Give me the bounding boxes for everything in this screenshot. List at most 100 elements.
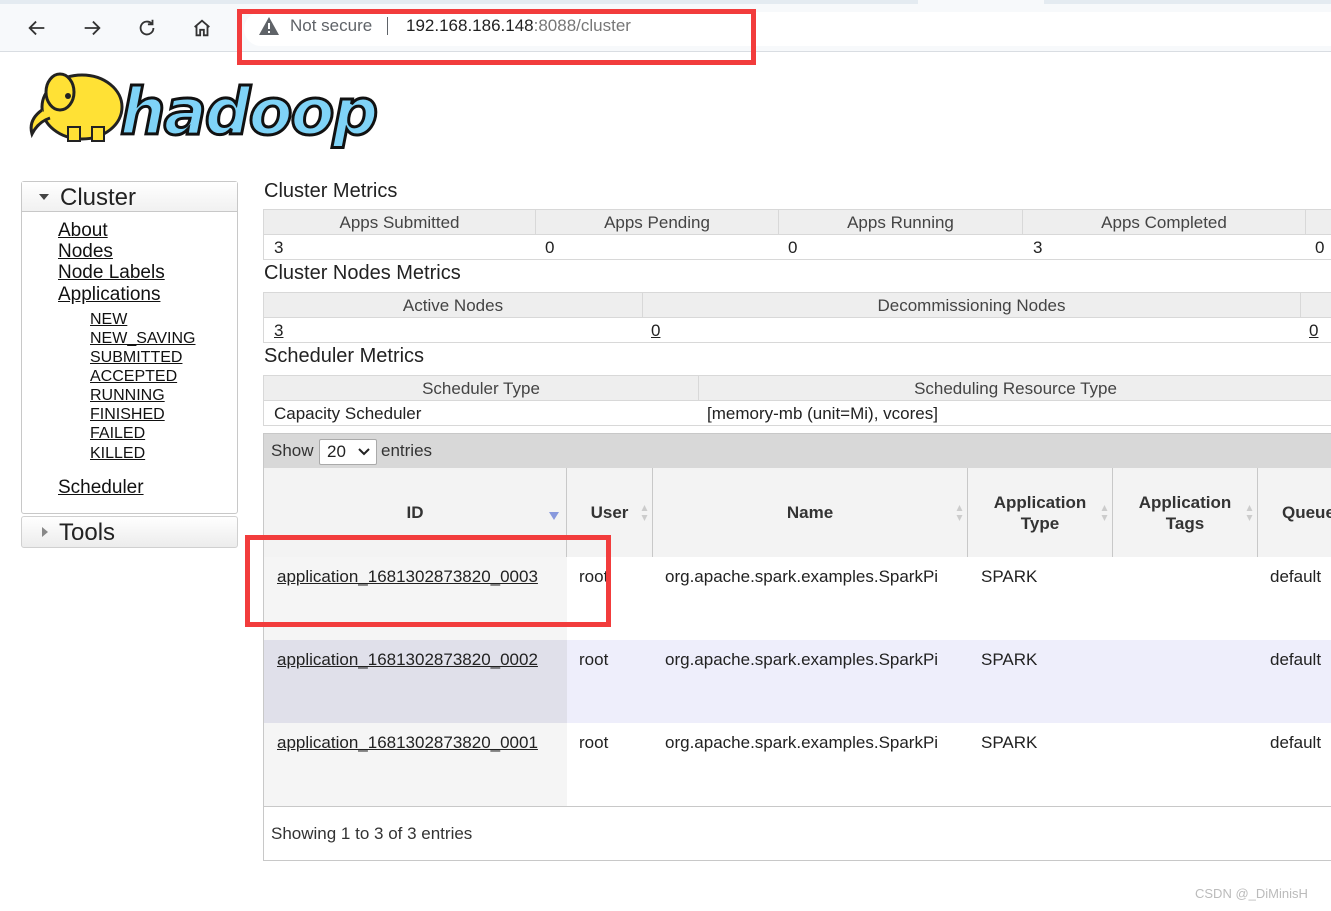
sidebar-state-accepted[interactable]: ACCEPTED (90, 368, 177, 386)
chevron-down-icon (358, 448, 370, 456)
name-cell: org.apache.spark.examples.SparkPi (665, 733, 939, 752)
column-header-queue[interactable]: Queue (1258, 468, 1331, 557)
scheduler-metrics-header-row: Scheduler Type Scheduling Resource Type (263, 375, 1331, 401)
sidebar-state-killed[interactable]: KILLED (90, 445, 145, 463)
metric-header: Apps Completed (1023, 210, 1306, 234)
sidebar-item-nodes[interactable]: Nodes (58, 241, 113, 263)
table-length-bar: Show 20 entries (264, 434, 1331, 468)
sort-both-icon (1101, 505, 1108, 521)
name-cell: org.apache.spark.examples.SparkPi (665, 567, 939, 586)
user-cell: root (579, 733, 609, 752)
metric-header: Active Nodes (264, 293, 643, 317)
table-header-row: ID User Name Application Type Applicatio… (264, 468, 1331, 558)
back-button[interactable] (23, 14, 51, 42)
sidebar-state-finished[interactable]: FINISHED (90, 406, 165, 424)
column-header-name[interactable]: Name (653, 468, 968, 557)
table-row: application_1681302873820_0001 root org.… (264, 723, 1331, 807)
sort-both-icon (956, 505, 963, 521)
sidebar-cluster-header[interactable]: Cluster (22, 182, 237, 212)
show-label: Show (271, 441, 314, 460)
type-cell: SPARK (981, 733, 1038, 752)
warning-icon (259, 17, 279, 35)
column-header-id[interactable]: ID (264, 468, 567, 557)
sidebar-state-submitted[interactable]: SUBMITTED (90, 349, 182, 367)
column-header-label: Application Type (993, 492, 1087, 533)
queue-cell: default (1270, 733, 1322, 752)
cluster-metrics-header-row: Apps Submitted Apps Pending Apps Running… (263, 209, 1331, 235)
metric-header: Apps Running (779, 210, 1023, 234)
sort-desc-icon (549, 512, 559, 520)
column-header-label: ID (406, 503, 424, 522)
column-header-application-tags[interactable]: Application Tags (1113, 468, 1258, 557)
sidebar-cluster-panel: Cluster About Nodes Node Labels Applicat… (21, 181, 238, 514)
table-info-footer: Showing 1 to 3 of 3 entries (271, 824, 473, 843)
sidebar-cluster-title: Cluster (60, 184, 137, 211)
sidebar-item-about[interactable]: About (58, 220, 108, 242)
user-cell: root (579, 567, 609, 586)
type-cell: SPARK (981, 567, 1038, 586)
sidebar-state-running[interactable]: RUNNING (90, 387, 165, 405)
application-id-link[interactable]: application_1681302873820_0002 (277, 650, 538, 670)
sort-both-icon (641, 505, 648, 521)
page-size-select[interactable]: 20 (319, 439, 377, 465)
cluster-metrics-title: Cluster Metrics (264, 180, 398, 202)
home-icon (194, 19, 210, 37)
metric-value: 3 (274, 238, 284, 257)
metric-value: 0 (545, 238, 555, 257)
expand-triangle-icon (42, 527, 48, 537)
home-button[interactable] (188, 14, 216, 42)
application-id-link[interactable]: application_1681302873820_0003 (277, 567, 538, 587)
column-header-label: Application Tags (1138, 492, 1232, 533)
column-header-label: User (590, 503, 629, 522)
collapse-triangle-icon (39, 194, 49, 200)
scheduler-metrics-value-row: Capacity Scheduler [memory-mb (unit=Mi),… (263, 401, 1331, 426)
resource-type-value: [memory-mb (unit=Mi), vcores] (707, 404, 938, 423)
column-header-user[interactable]: User (567, 468, 653, 557)
node-metrics-value-row: 3 0 0 (263, 318, 1331, 343)
type-cell: SPARK (981, 650, 1038, 669)
metric-header: Apps Submitted (264, 210, 536, 234)
sidebar-item-applications[interactable]: Applications (58, 284, 160, 306)
sidebar-state-failed[interactable]: FAILED (90, 425, 145, 443)
queue-cell: default (1270, 567, 1322, 586)
metric-value: 0 (788, 238, 798, 257)
page-size-value: 20 (327, 442, 346, 461)
omnibox-separator (387, 17, 388, 35)
sidebar-state-new[interactable]: NEW (90, 311, 127, 329)
reload-icon (139, 19, 155, 36)
table-row: application_1681302873820_0003 root org.… (264, 557, 1331, 640)
url-text[interactable]: 192.168.186.148:8088/cluster (406, 16, 631, 36)
sidebar-tools-header[interactable]: Tools (21, 516, 238, 548)
decommissioning-nodes-link[interactable]: 0 (651, 318, 660, 342)
security-label[interactable]: Not secure (290, 16, 372, 36)
sidebar-state-new-saving[interactable]: NEW_SAVING (90, 330, 196, 348)
metric-value: 0 (1315, 238, 1325, 257)
back-arrow-icon (28, 20, 45, 36)
browser-toolbar (0, 4, 1331, 52)
node-metrics-title: Cluster Nodes Metrics (264, 262, 461, 284)
column-header-label: Name (786, 503, 834, 522)
scheduler-type-value: Capacity Scheduler (274, 404, 422, 423)
forward-arrow-icon (84, 20, 101, 36)
application-id-link[interactable]: application_1681302873820_0001 (277, 733, 538, 753)
cluster-metrics-value-row: 3 0 0 3 0 (263, 235, 1331, 260)
queue-cell: default (1270, 650, 1322, 669)
active-nodes-link[interactable]: 3 (274, 318, 283, 342)
sort-both-icon (1246, 505, 1253, 521)
metric-header: Decommissioning Nodes (643, 293, 1301, 317)
metric-header: Apps Pending (536, 210, 779, 234)
url-path: :8088/cluster (533, 16, 631, 35)
name-cell: org.apache.spark.examples.SparkPi (665, 650, 939, 669)
sidebar-tools-title: Tools (59, 519, 116, 546)
column-header-application-type[interactable]: Application Type (968, 468, 1113, 557)
reload-button[interactable] (133, 14, 161, 42)
sidebar-item-node-labels[interactable]: Node Labels (58, 262, 165, 284)
sidebar-item-scheduler[interactable]: Scheduler (58, 477, 144, 499)
svg-text:hadoop: hadoop (120, 76, 377, 150)
entries-label: entries (381, 441, 433, 460)
metric-header: Scheduler Type (264, 376, 699, 400)
forward-button[interactable] (78, 14, 106, 42)
node-metric-link[interactable]: 0 (1309, 318, 1318, 342)
metric-value: 3 (1033, 238, 1043, 257)
table-row: application_1681302873820_0002 root org.… (264, 640, 1331, 723)
